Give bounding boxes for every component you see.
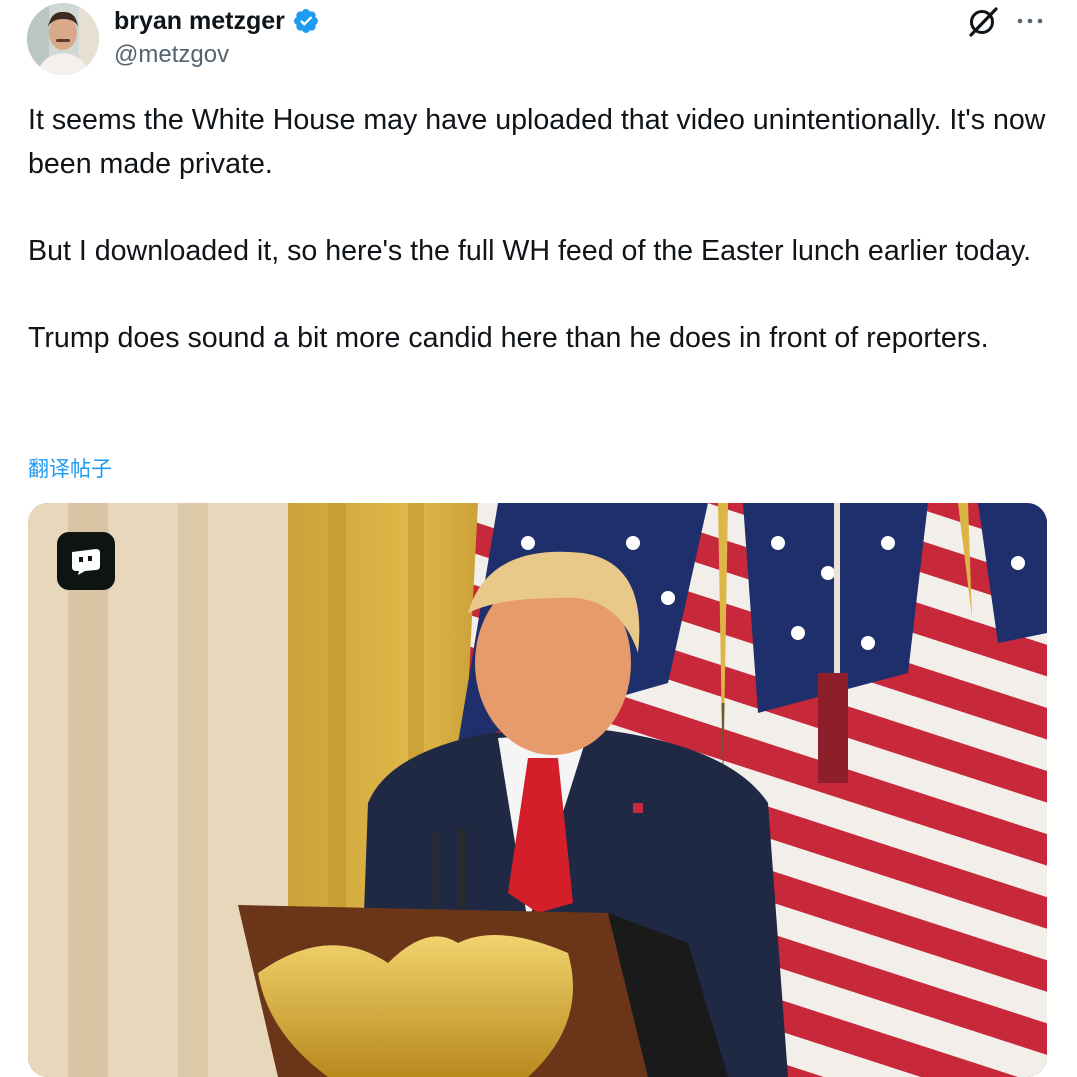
tweet-paragraph: But I downloaded it, so here's the full … (28, 234, 1032, 267)
avatar-image (27, 3, 99, 75)
author-handle[interactable]: @metzgov (114, 41, 229, 69)
author-name-row: bryan metzger (114, 4, 320, 38)
video-source-badge-icon (57, 532, 115, 590)
grok-icon[interactable] (966, 4, 1000, 38)
more-options-icon[interactable] (1014, 6, 1046, 36)
author-display-name[interactable]: bryan metzger (114, 7, 285, 36)
author-avatar[interactable] (27, 3, 99, 75)
tweet-paragraph: It seems the White House may have upload… (28, 104, 1046, 180)
translate-post-link[interactable]: 翻译帖子 (28, 453, 112, 483)
tweet-card: bryan metzger @metzgov It seems the Whit… (0, 0, 1077, 1077)
tweet-paragraph: Trump does sound a bit more candid here … (28, 321, 989, 354)
tweet-text: It seems the White House may have upload… (28, 99, 1058, 360)
video-player[interactable] (28, 503, 1047, 1077)
verified-badge-icon (293, 9, 318, 33)
video-thumbnail (28, 503, 1047, 1077)
